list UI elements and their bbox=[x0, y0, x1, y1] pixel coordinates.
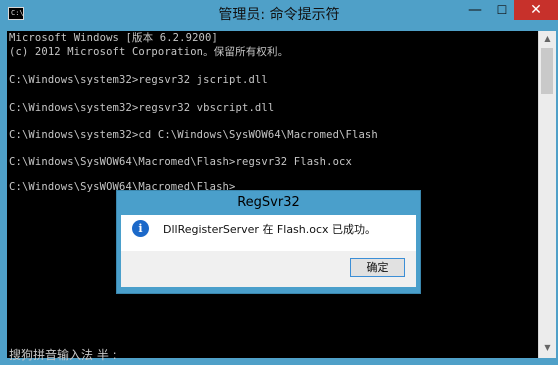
console-line: C:\Windows\system32>regsvr32 vbscript.dl… bbox=[9, 102, 275, 114]
scroll-up-icon[interactable]: ▲ bbox=[539, 31, 556, 47]
ime-status-bar: 搜狗拼音输入法 半 : bbox=[9, 348, 117, 362]
scrollbar-thumb[interactable] bbox=[541, 48, 553, 94]
info-icon: i bbox=[132, 220, 149, 237]
console-line: C:\Windows\SysWOW64\Macromed\Flash>regsv… bbox=[9, 156, 352, 168]
console-line: C:\Windows\system32>cd C:\Windows\SysWOW… bbox=[9, 129, 378, 141]
regsvr32-dialog: RegSvr32 i DllRegisterServer 在 Flash.ocx… bbox=[116, 190, 421, 294]
title-bar[interactable]: C:\ 管理员: 命令提示符 — ☐ ✕ bbox=[0, 0, 558, 30]
console-line: Microsoft Windows [版本 6.2.9200] bbox=[9, 32, 218, 44]
cmd-window: C:\ 管理员: 命令提示符 — ☐ ✕ Microsoft Windows [… bbox=[0, 0, 558, 365]
console-line: C:\Windows\system32>regsvr32 jscript.dll bbox=[9, 74, 268, 86]
ok-button[interactable]: 确定 bbox=[350, 258, 405, 277]
dialog-body: i DllRegisterServer 在 Flash.ocx 已成功。 确定 bbox=[121, 215, 416, 287]
maximize-button[interactable]: ☐ bbox=[489, 0, 515, 20]
close-button[interactable]: ✕ bbox=[514, 0, 558, 20]
minimize-button[interactable]: — bbox=[462, 0, 488, 20]
dialog-footer: 确定 bbox=[121, 251, 416, 287]
console-line: (c) 2012 Microsoft Corporation。保留所有权利。 bbox=[9, 46, 289, 58]
scroll-down-icon[interactable]: ▼ bbox=[539, 340, 556, 356]
dialog-title: RegSvr32 bbox=[237, 195, 300, 210]
dialog-message: DllRegisterServer 在 Flash.ocx 已成功。 bbox=[163, 223, 377, 236]
vertical-scrollbar[interactable]: ▲ ▼ bbox=[538, 31, 556, 358]
